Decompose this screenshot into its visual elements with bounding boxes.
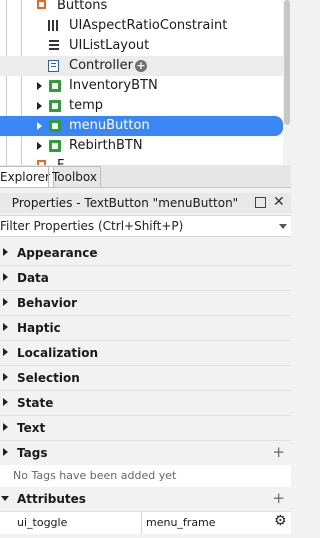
filter-properties-input[interactable]: Filter Properties (Ctrl+Shift+P)	[0, 215, 291, 237]
tree-item-label: Buttons	[57, 0, 108, 13]
aspect-ratio-icon	[48, 20, 60, 31]
local-script-icon	[48, 60, 59, 72]
tree-item-controller[interactable]: Controller +	[0, 56, 283, 76]
tree-item-folder[interactable]: F	[0, 156, 283, 165]
attribute-value[interactable]: menu_frame	[146, 516, 216, 529]
attribute-name: ui_toggle	[17, 516, 68, 529]
tree-item-inventorybtn[interactable]: InventoryBTN	[0, 76, 283, 96]
category-behavior[interactable]: Behavior	[0, 291, 291, 316]
text-button-icon	[49, 140, 61, 152]
tree-item-label: UIListLayout	[69, 38, 150, 53]
tree-item-rebirthbtn[interactable]: RebirthBTN	[0, 136, 283, 156]
tab-toolbox[interactable]: Toolbox	[48, 166, 101, 187]
explorer-scrollbar[interactable]	[283, 0, 291, 165]
explorer-panel: Buttons UIAspectRatioConstraint UIListLa…	[0, 0, 291, 165]
panel-tab-bar: Explorer Toolbox	[0, 165, 291, 188]
category-label: Appearance	[17, 246, 98, 260]
category-label: Tags	[17, 446, 48, 460]
expand-arrow-icon[interactable]	[37, 102, 42, 110]
expand-arrow-icon	[3, 448, 8, 456]
tree-item-label: temp	[69, 98, 104, 113]
tree-item-label: menuButton	[69, 118, 150, 133]
close-icon[interactable]: ✕	[273, 194, 285, 210]
gear-icon[interactable]: ⚙	[274, 513, 287, 529]
tree-item-label: F	[57, 158, 64, 165]
category-label: Behavior	[17, 296, 78, 310]
expand-arrow-icon[interactable]	[37, 82, 42, 90]
list-layout-icon	[49, 40, 59, 52]
undock-icon[interactable]	[255, 197, 266, 208]
text-button-icon	[49, 80, 61, 92]
properties-header: Properties - TextButton "menuButton" ✕	[0, 193, 291, 213]
tab-explorer[interactable]: Explorer	[0, 166, 54, 187]
folder-icon	[37, 0, 46, 9]
scrollbar-thumb[interactable]	[284, 0, 290, 125]
category-label: State	[17, 396, 54, 410]
attribute-row[interactable]: ui_toggle menu_frame ⚙	[0, 511, 291, 534]
tree-item-label: UIAspectRatioConstraint	[69, 18, 228, 33]
category-appearance[interactable]: Appearance	[0, 241, 291, 266]
tags-empty-message: No Tags have been added yet	[0, 465, 291, 487]
expand-arrow-icon[interactable]	[37, 142, 42, 150]
category-label: Data	[17, 271, 49, 285]
properties-title: Properties - TextButton "menuButton"	[11, 196, 239, 210]
expand-arrow-icon	[3, 273, 8, 281]
add-attribute-icon[interactable]: +	[272, 489, 285, 507]
category-label: Localization	[17, 346, 99, 360]
expand-arrow-icon[interactable]	[37, 122, 42, 130]
category-label: Attributes	[17, 492, 86, 506]
expand-arrow-icon	[3, 298, 8, 306]
text-button-icon	[49, 100, 61, 112]
tree-item-uilistlayout[interactable]: UIListLayout	[0, 36, 283, 56]
category-data[interactable]: Data	[0, 266, 291, 291]
expand-arrow-icon	[3, 248, 8, 256]
category-label: Haptic	[17, 321, 61, 335]
expand-arrow-icon	[3, 373, 8, 381]
add-icon[interactable]: +	[135, 60, 147, 72]
tree-item-buttons[interactable]: Buttons	[0, 0, 283, 16]
category-text[interactable]: Text	[0, 416, 291, 441]
category-attributes[interactable]: Attributes +	[0, 487, 291, 512]
tree-item-uiaspectratioconstraint[interactable]: UIAspectRatioConstraint	[0, 16, 283, 36]
category-selection[interactable]: Selection	[0, 366, 291, 391]
expand-arrow-icon	[3, 323, 8, 331]
add-tag-icon[interactable]: +	[272, 443, 285, 461]
tree-item-menubutton[interactable]: menuButton	[0, 116, 283, 136]
tags-empty-text: No Tags have been added yet	[13, 469, 177, 482]
category-haptic[interactable]: Haptic	[0, 316, 291, 341]
tree-item-label: RebirthBTN	[69, 138, 143, 153]
category-label: Selection	[17, 371, 80, 385]
category-label: Text	[17, 421, 46, 435]
expand-arrow-icon	[3, 398, 8, 406]
chevron-down-icon[interactable]	[279, 224, 287, 229]
category-tags[interactable]: Tags +	[0, 441, 291, 466]
category-state[interactable]: State	[0, 391, 291, 416]
tree-item-label: InventoryBTN	[69, 78, 158, 93]
collapse-arrow-icon	[1, 496, 9, 501]
column-divider	[141, 512, 142, 534]
expand-arrow-icon	[3, 348, 8, 356]
expand-arrow-icon	[3, 423, 8, 431]
filter-placeholder: Filter Properties (Ctrl+Shift+P)	[0, 219, 184, 233]
text-button-icon	[49, 120, 61, 132]
category-localization[interactable]: Localization	[0, 341, 291, 366]
tree-item-label: Controller	[69, 58, 133, 73]
tree-item-temp[interactable]: temp	[0, 96, 283, 116]
